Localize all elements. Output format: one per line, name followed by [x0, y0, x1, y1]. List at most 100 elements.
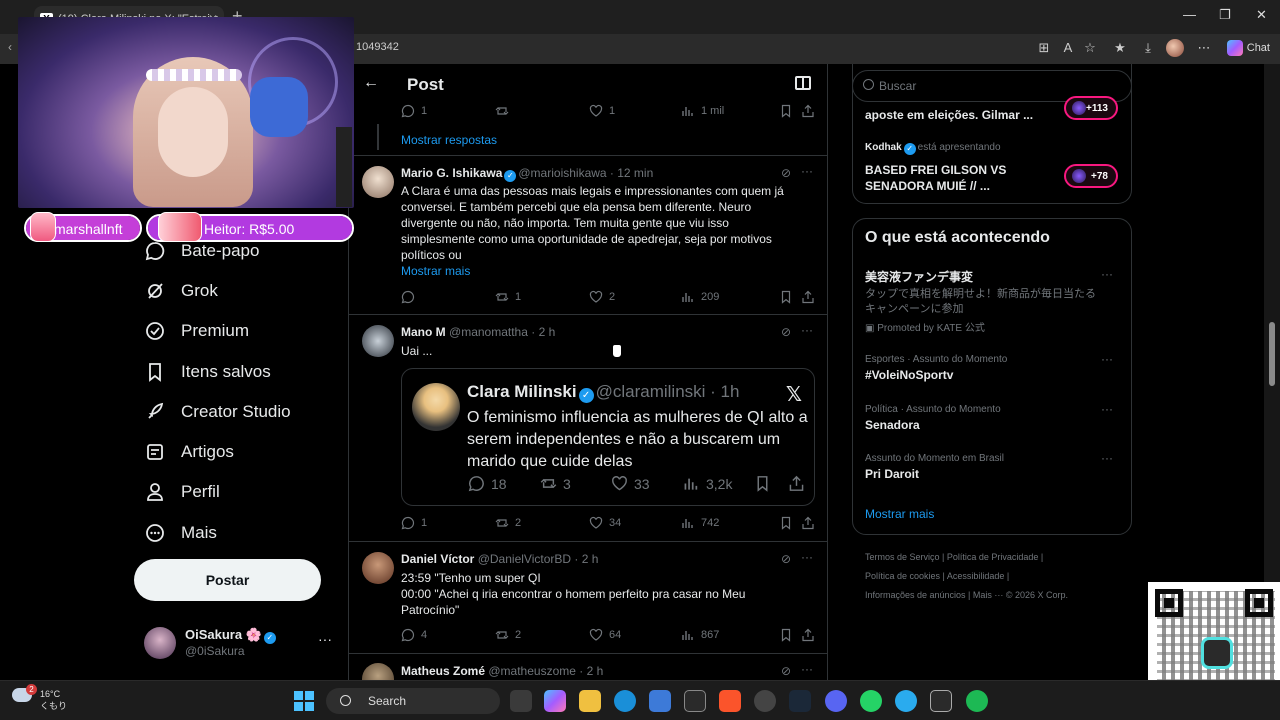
reply-button[interactable]: 1: [401, 516, 427, 530]
chrome-icon[interactable]: [754, 690, 776, 712]
grok-icon[interactable]: ⊘: [781, 325, 791, 339]
promoted-trend[interactable]: 美容液ファンデ事変 タップで真相を解明せよ！新商品が毎日当たる キャンペーンに参加…: [865, 267, 1127, 334]
footer-links[interactable]: Termos de Serviço | Política de Privacid…: [865, 548, 1125, 567]
like-button[interactable]: 1: [589, 104, 615, 118]
close-window-icon[interactable]: ✕: [1256, 7, 1267, 23]
more-icon[interactable]: ···: [801, 550, 813, 564]
repost-button[interactable]: 2: [495, 628, 521, 642]
downloads-icon[interactable]: ⤓: [1140, 40, 1156, 56]
live-title[interactable]: aposte em eleições. Gilmar ...: [865, 108, 1033, 122]
views-button[interactable]: 1 mil: [681, 104, 724, 118]
nav-item-articles[interactable]: Artigos: [145, 438, 234, 466]
share-button[interactable]: [801, 628, 815, 642]
compose-post-button[interactable]: Postar: [134, 559, 321, 601]
live-title[interactable]: SENADORA MUIÉ // ...: [865, 179, 990, 193]
reply-button[interactable]: 1: [401, 104, 427, 118]
share-button[interactable]: [801, 290, 815, 304]
account-switcher[interactable]: OiSakura 🌸 ✓ @0iSakura ···: [144, 625, 334, 661]
copilot-chat-button[interactable]: Chat: [1226, 40, 1270, 56]
more-icon[interactable]: ···: [801, 164, 813, 178]
like-button[interactable]: 64: [589, 628, 621, 642]
back-arrow-icon[interactable]: ←: [363, 74, 379, 92]
quoted-post[interactable]: Clara Milinski ✓ @claramilinski · 1h 𝕏 O f…: [401, 368, 815, 506]
live-title[interactable]: BASED FREI GILSON VS: [865, 163, 1006, 177]
trend-item[interactable]: Política · Assunto do Momento Senadora ·…: [865, 402, 1127, 432]
avatar[interactable]: [362, 663, 394, 680]
more-menu-icon[interactable]: ⋯: [1196, 40, 1212, 56]
trend-item[interactable]: Esportes · Assunto do Momento #VoleiNoSp…: [865, 352, 1127, 382]
like-button[interactable]: 2: [589, 290, 615, 304]
reply-button[interactable]: [401, 290, 421, 304]
bookmark-button[interactable]: [779, 628, 793, 642]
url-text[interactable]: 1049342: [356, 41, 399, 53]
views-button[interactable]: 3,2k: [683, 475, 732, 492]
avatar[interactable]: [362, 166, 394, 198]
nav-item-creator-studio[interactable]: Creator Studio: [145, 398, 291, 426]
more-icon[interactable]: ···: [801, 323, 813, 337]
steam-icon[interactable]: [789, 690, 811, 712]
share-button[interactable]: [788, 475, 805, 492]
like-button[interactable]: 34: [589, 516, 621, 530]
bookmark-button[interactable]: [779, 516, 793, 530]
copilot-icon[interactable]: [544, 690, 566, 712]
more-icon[interactable]: ···: [318, 631, 332, 647]
read-aloud-icon[interactable]: A: [1060, 40, 1076, 56]
brave-icon[interactable]: [719, 690, 741, 712]
avatar[interactable]: [362, 325, 394, 357]
trend-item[interactable]: Assunto do Momento em Brasil Pri Daroit …: [865, 451, 1127, 481]
task-view-icon[interactable]: [510, 690, 532, 712]
scrollbar-thumb[interactable]: [1269, 322, 1275, 386]
views-button[interactable]: 867: [681, 628, 719, 642]
live-listeners-badge[interactable]: +113: [1064, 96, 1118, 120]
repost-button[interactable]: 3: [540, 475, 571, 492]
repost-button[interactable]: 2: [495, 516, 521, 530]
edge-icon[interactable]: [614, 690, 636, 712]
windows-start-icon[interactable]: [294, 691, 314, 711]
more-icon[interactable]: ···: [1101, 267, 1113, 281]
discord-icon[interactable]: [825, 690, 847, 712]
nav-item-more[interactable]: Mais: [145, 519, 217, 547]
spotify-icon[interactable]: [966, 690, 988, 712]
live-listeners-badge[interactable]: +78: [1064, 164, 1118, 188]
show-replies-link[interactable]: Mostrar respostas: [401, 133, 497, 147]
views-button[interactable]: 209: [681, 290, 719, 304]
show-more-link[interactable]: Mostrar mais: [865, 507, 934, 521]
nav-item-profile[interactable]: Perfil: [145, 478, 220, 506]
bookmark-button[interactable]: [779, 104, 793, 118]
grok-icon[interactable]: ⊘: [781, 664, 791, 678]
footer-links[interactable]: Política de cookies | Acessibilidade |: [865, 567, 1125, 586]
taskbar-search[interactable]: Search: [326, 688, 500, 714]
nav-item-grok[interactable]: Grok: [145, 277, 218, 305]
nav-item-premium[interactable]: Premium: [145, 317, 249, 345]
share-button[interactable]: [801, 104, 815, 118]
browser-profile-avatar[interactable]: [1166, 39, 1184, 57]
more-icon[interactable]: ···: [1101, 451, 1113, 465]
whatsapp-icon[interactable]: [860, 690, 882, 712]
epic-games-icon[interactable]: [930, 690, 952, 712]
more-icon[interactable]: ···: [801, 662, 813, 676]
bookmark-button[interactable]: [754, 475, 771, 492]
nav-item-bookmarks[interactable]: Itens salvos: [145, 358, 271, 386]
more-icon[interactable]: ···: [1101, 402, 1113, 416]
favorite-star-icon[interactable]: ☆: [1082, 40, 1098, 56]
reader-mode-icon[interactable]: [795, 76, 811, 90]
favorites-icon[interactable]: ★: [1112, 40, 1128, 56]
app-icon[interactable]: [684, 690, 706, 712]
grok-icon[interactable]: ⊘: [781, 166, 791, 180]
maximize-icon[interactable]: ❐: [1219, 7, 1231, 23]
avatar[interactable]: [362, 552, 394, 584]
grok-icon[interactable]: ⊘: [781, 552, 791, 566]
like-button[interactable]: 33: [611, 475, 650, 492]
more-icon[interactable]: ···: [1101, 352, 1113, 366]
live-host[interactable]: Kodhak ✓ está apresentando: [865, 142, 1001, 155]
bookmark-button[interactable]: [779, 290, 793, 304]
minimize-icon[interactable]: —: [1183, 7, 1196, 22]
repost-button[interactable]: [495, 104, 509, 118]
show-more-link[interactable]: Mostrar mais: [401, 264, 470, 278]
back-arrow-icon[interactable]: ‹: [8, 40, 12, 54]
share-button[interactable]: [801, 516, 815, 530]
reply-button[interactable]: 4: [401, 628, 427, 642]
views-button[interactable]: 742: [681, 516, 719, 530]
apps-icon[interactable]: ⊞: [1036, 40, 1052, 56]
telegram-icon[interactable]: [895, 690, 917, 712]
